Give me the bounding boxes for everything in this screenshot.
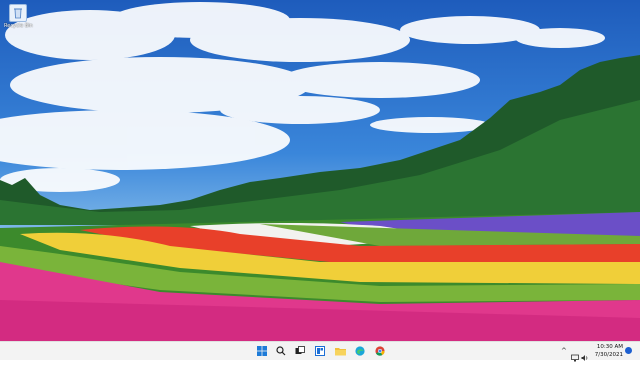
search-icon[interactable] [275,345,287,357]
widgets-icon[interactable] [314,345,326,357]
clock-date: 7/30/2021 [594,352,623,358]
system-clock[interactable]: 10:30 AM 7/30/2021 [593,343,623,359]
network-icon[interactable] [571,347,579,362]
clock-time: 10:30 AM [596,344,623,350]
edge-icon[interactable] [354,345,366,357]
volume-icon[interactable] [581,347,589,361]
chrome-icon[interactable] [374,345,386,357]
wallpaper-landscape [0,0,640,341]
start-icon[interactable] [256,345,268,357]
notification-badge-icon[interactable] [625,347,632,354]
taskbar: ^ 10:30 AM 7/30/2021 [0,341,640,362]
recycle-bin-icon [9,4,27,22]
tray-overflow-chevron-icon[interactable]: ^ [561,347,567,355]
desktop-icon-recycle-bin[interactable]: Recycle Bin [4,4,33,34]
recycle-bin-label: Recycle Bin [4,23,33,29]
task-view-icon[interactable] [294,345,306,357]
file-explorer-icon[interactable] [334,345,346,357]
desktop-wallpaper: Recycle Bin [0,0,640,341]
